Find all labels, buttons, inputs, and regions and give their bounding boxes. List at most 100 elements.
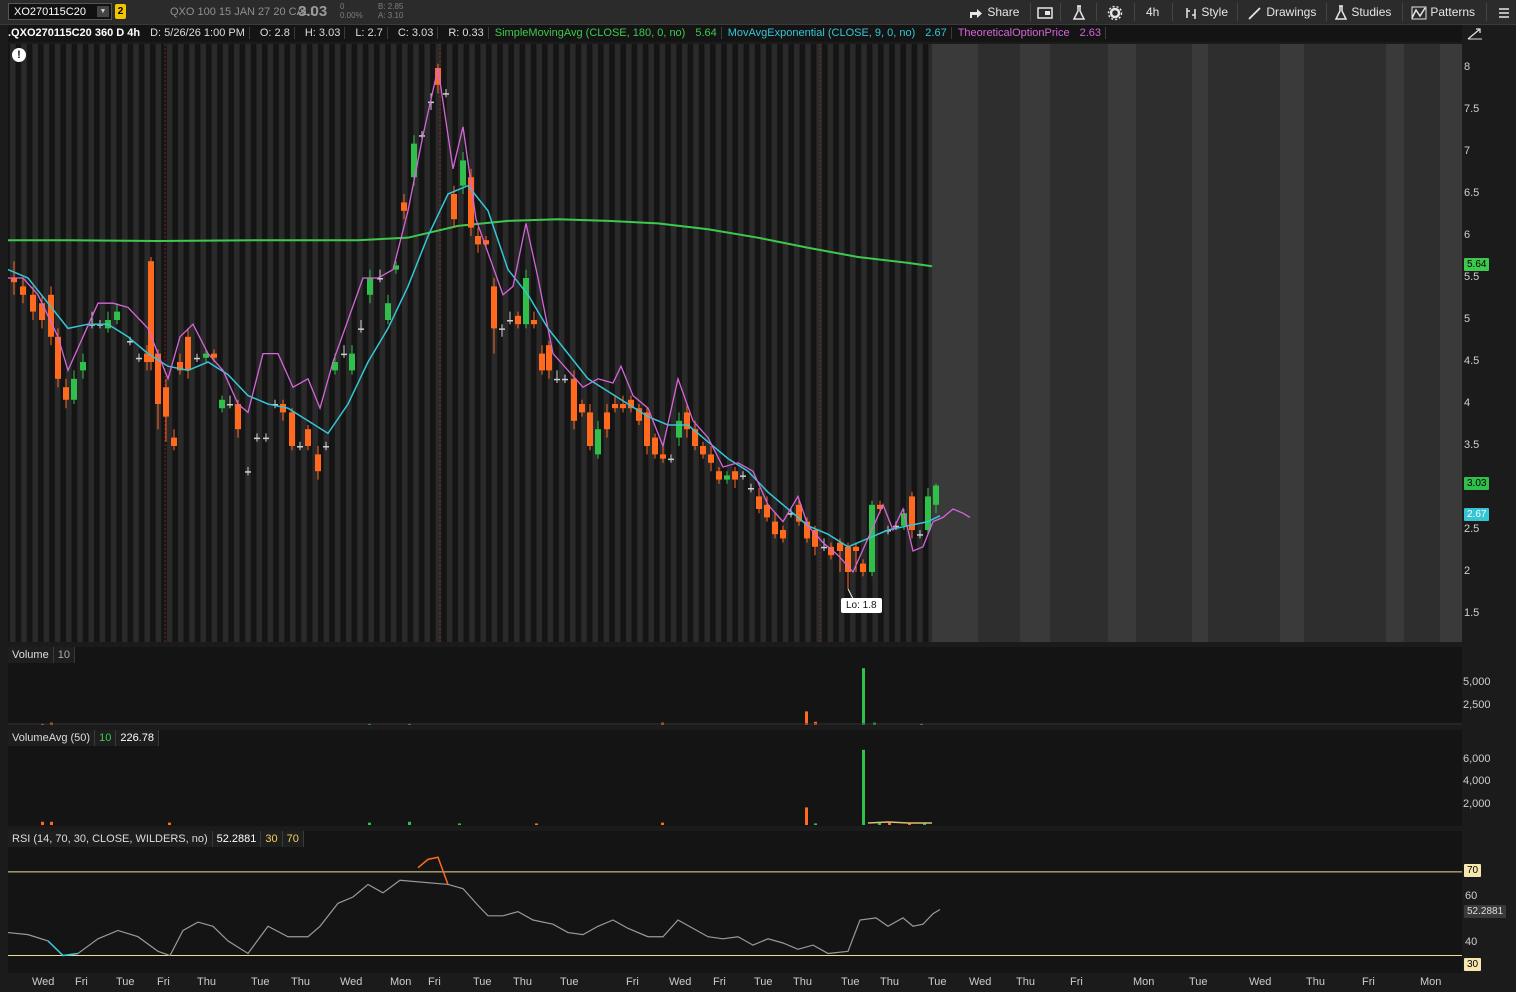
bar-close: C: 3.03 bbox=[393, 27, 439, 39]
chart-settings-button[interactable] bbox=[1037, 0, 1053, 24]
session-stripe bbox=[234, 44, 240, 642]
price-axis-tick: 4.5 bbox=[1464, 355, 1480, 367]
toolbar-divider bbox=[1030, 3, 1031, 21]
session-stripe bbox=[525, 44, 531, 642]
flask-button[interactable] bbox=[1072, 0, 1086, 24]
bar-low: L: 2.7 bbox=[351, 27, 388, 39]
date-tick: Wed bbox=[969, 976, 992, 988]
candle-body bbox=[724, 475, 730, 480]
volume-avg-bar bbox=[805, 807, 808, 825]
session-stripe bbox=[894, 44, 901, 642]
toolbar-divider bbox=[1326, 3, 1327, 21]
symbol-input[interactable]: XO270115C20 ▼ bbox=[8, 3, 112, 20]
patterns-button[interactable]: Patterns bbox=[1411, 0, 1475, 24]
link-group-badge[interactable]: 2 bbox=[115, 4, 126, 19]
candle-body bbox=[587, 412, 593, 446]
settings-button[interactable] bbox=[1107, 0, 1123, 24]
collapse-chevron-icon[interactable] bbox=[1466, 27, 1484, 41]
session-stripe bbox=[648, 44, 654, 642]
date-tick: Fri bbox=[626, 976, 639, 988]
rsi-oversold-segment bbox=[47, 940, 79, 957]
candle-body bbox=[71, 378, 77, 400]
session-stripe bbox=[390, 44, 397, 642]
rsi-value: 52.2881 bbox=[213, 831, 262, 847]
date-tick: Wed bbox=[669, 976, 692, 988]
session-stripe bbox=[424, 44, 430, 642]
candle-body bbox=[254, 437, 260, 440]
timeframe-button[interactable]: 4h bbox=[1146, 0, 1159, 24]
price-axis-tick: 7 bbox=[1464, 145, 1471, 157]
session-stripe bbox=[402, 44, 408, 642]
studies-button[interactable]: Studies bbox=[1334, 0, 1391, 24]
session-stripe bbox=[738, 44, 744, 642]
bar-high: H: 3.03 bbox=[300, 27, 346, 39]
rsi-overbought-segment bbox=[417, 856, 449, 885]
ema-study-label[interactable]: MovAvgExponential (CLOSE, 9, 0, no) bbox=[728, 27, 916, 39]
candle-body bbox=[612, 404, 618, 409]
candle-body bbox=[652, 437, 658, 455]
candle-body bbox=[263, 437, 269, 440]
volume-axis: 5,000 2,500 bbox=[1462, 647, 1516, 725]
candle-body bbox=[48, 294, 54, 337]
candle-body bbox=[660, 454, 666, 459]
session-stripe bbox=[166, 44, 173, 642]
session-stripe bbox=[693, 44, 699, 642]
volume-avg-label[interactable]: VolumeAvg (50) 10 226.78 bbox=[8, 730, 159, 746]
price-axis-tick: 2 bbox=[1464, 565, 1471, 577]
candle-body bbox=[515, 315, 521, 325]
rsi-axis-tick: 40 bbox=[1465, 936, 1478, 948]
candle-body bbox=[853, 546, 859, 551]
date-tick: Tue bbox=[116, 976, 135, 988]
menu-button[interactable] bbox=[1498, 0, 1510, 24]
volume-chart-svg bbox=[8, 668, 1462, 725]
candle-body bbox=[562, 378, 568, 381]
candle-body bbox=[297, 446, 303, 448]
style-label: Style bbox=[1201, 5, 1229, 19]
price-panel[interactable]: ! bbox=[7, 44, 1462, 642]
session-stripe bbox=[726, 44, 733, 642]
session-stripe bbox=[816, 44, 822, 642]
price-axis-tick: 8 bbox=[1464, 61, 1471, 73]
price-axis-tick: 7.5 bbox=[1464, 103, 1480, 115]
session-stripe bbox=[10, 44, 16, 642]
candle-body bbox=[245, 471, 251, 473]
volume-avg-bar bbox=[535, 823, 538, 825]
flask-icon bbox=[1072, 5, 1086, 20]
session-stripe bbox=[514, 44, 520, 642]
candle-body bbox=[475, 236, 481, 245]
sma-study-label[interactable]: SimpleMovingAvg (CLOSE, 180, 0, no) bbox=[495, 27, 686, 39]
session-stripe bbox=[883, 44, 890, 642]
net-change-pct: 0.00% bbox=[340, 11, 363, 20]
candle-body bbox=[219, 399, 225, 409]
candle-body bbox=[812, 530, 818, 547]
theo-study-label[interactable]: TheoreticalOptionPrice bbox=[958, 27, 1070, 39]
drawings-button[interactable]: Drawings bbox=[1247, 0, 1316, 24]
sma-study-value: 5.64 bbox=[691, 27, 722, 39]
date-tick: Tue bbox=[841, 976, 860, 988]
alert-icon[interactable]: ! bbox=[12, 48, 26, 62]
time-axis[interactable]: Wed Fri Tue Fri Thu Tue Thu Wed Mon Fri Tue Thu Tue F… bbox=[8, 974, 1462, 992]
session-stripe bbox=[592, 44, 598, 642]
volume-avg-bar bbox=[888, 822, 891, 825]
volume-panel[interactable] bbox=[8, 647, 1462, 725]
style-button[interactable]: Style bbox=[1184, 0, 1228, 24]
session-stripe bbox=[301, 44, 307, 642]
symbol-text: XO270115C20 bbox=[14, 6, 86, 18]
rsi-panel[interactable] bbox=[7, 831, 1462, 973]
share-button[interactable]: Share bbox=[968, 0, 1019, 24]
session-stripe bbox=[256, 44, 262, 642]
session-stripe bbox=[43, 44, 50, 642]
candle-body bbox=[289, 412, 295, 446]
rsi-axis: 60 40 bbox=[1462, 831, 1516, 973]
price-axis[interactable]: 87.576.565.554.543.532.521.5 bbox=[1462, 44, 1516, 642]
date-tick: Tue bbox=[251, 976, 270, 988]
volume-avg-panel[interactable] bbox=[8, 730, 1462, 826]
rsi-value-tag: 52.2881 bbox=[1464, 905, 1507, 918]
session-stripe bbox=[794, 44, 800, 642]
rsi-label[interactable]: RSI (14, 70, 30, CLOSE, WILDERS, no) 52.2… bbox=[8, 831, 304, 847]
session-stripe bbox=[614, 44, 621, 642]
volume-label[interactable]: Volume 10 bbox=[8, 647, 75, 663]
date-tick: Tue bbox=[1189, 976, 1208, 988]
symbol-dropdown-icon[interactable]: ▼ bbox=[97, 6, 109, 17]
ema-price-tag: 2.67 bbox=[1464, 508, 1490, 521]
